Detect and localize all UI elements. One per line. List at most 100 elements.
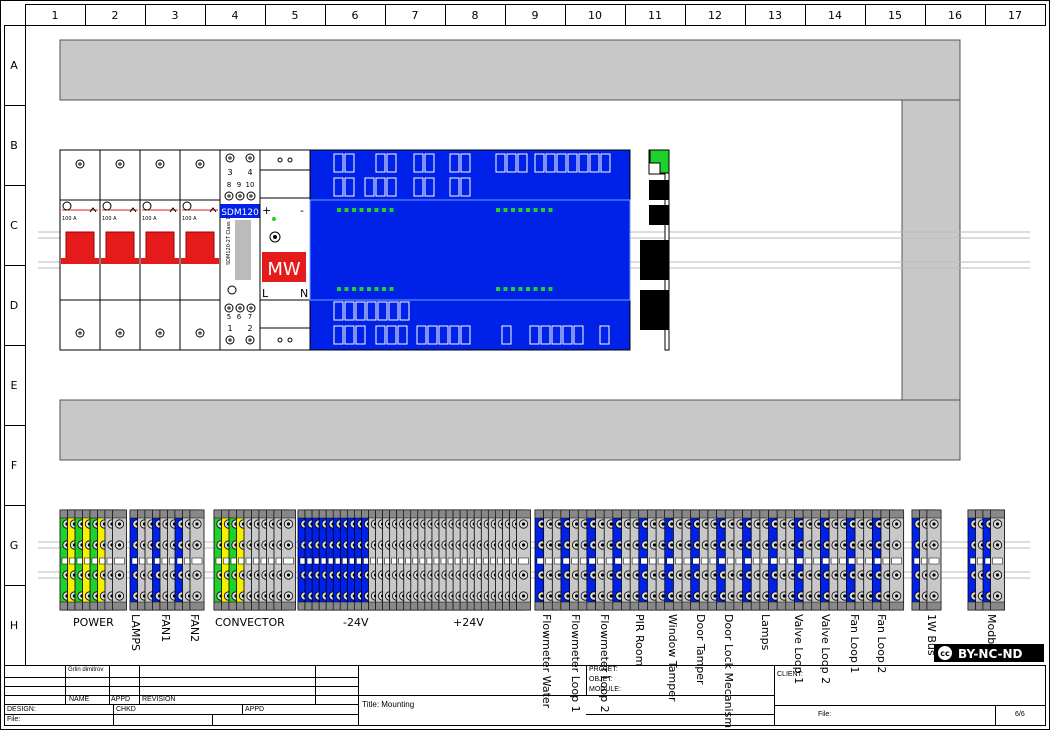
- terminal-label-vertical: Valve Loop 2: [819, 614, 832, 684]
- tb-author: Grlin dimitrov: [68, 667, 104, 673]
- breaker-toggle: [105, 231, 135, 263]
- io-led-icon: [352, 208, 356, 212]
- circuit-breaker: 100 A: [179, 149, 221, 351]
- row-label: C: [10, 219, 18, 232]
- license-badge: cc BY-NC-ND: [934, 644, 1044, 662]
- io-led-icon: [526, 287, 530, 291]
- ce-icon: [182, 201, 192, 211]
- meter-terminal-bot-b: 6: [237, 313, 242, 321]
- tb-appd-label: APPD: [111, 696, 131, 703]
- tb-appd2-label: APPD: [245, 706, 265, 713]
- tb-title: Title: Mounting: [362, 700, 415, 709]
- meter-terminal-top-a: 3: [227, 168, 232, 177]
- terminal-label-vertical: Door Tamper: [694, 614, 707, 685]
- tb-design-label: DESIGN:: [7, 706, 36, 713]
- tb-file-left: File:: [7, 716, 21, 723]
- label-power: POWER: [73, 616, 114, 629]
- column-label: 8: [472, 9, 479, 22]
- meter-terminal-top-b: 4: [247, 168, 252, 177]
- tb-revision-label: REVISION: [142, 696, 176, 703]
- meter-terminal-mid-b: 9: [237, 181, 241, 189]
- terminal-label-vertical: PIR Room: [633, 614, 646, 666]
- power-supply: + - MW L N: [259, 149, 311, 351]
- breaker-toggle: [185, 231, 215, 263]
- terminal-block: [516, 509, 531, 611]
- io-led-icon: [511, 287, 515, 291]
- label-convector: CONVECTOR: [215, 616, 285, 629]
- psu-n-label: N: [300, 287, 308, 300]
- breaker-rating: 100 A: [62, 216, 77, 222]
- circuit-breaker: 100 A: [99, 149, 141, 351]
- io-led-icon: [541, 208, 545, 212]
- column-label: 5: [292, 9, 299, 22]
- license-text: BY-NC-ND: [958, 647, 1023, 661]
- io-led-icon: [367, 208, 371, 212]
- column-label: 7: [412, 9, 419, 22]
- row-label: H: [10, 619, 18, 632]
- row-label: D: [10, 299, 18, 312]
- io-led-icon: [511, 208, 515, 212]
- io-led-icon: [359, 208, 364, 212]
- io-led-icon: [533, 208, 538, 212]
- plc-controller: [309, 149, 631, 351]
- cable-duct-bottom: [59, 399, 961, 461]
- column-label: 9: [532, 9, 539, 22]
- column-label: 4: [232, 9, 239, 22]
- terminal-label-vertical: Flowmeter Water: [540, 614, 553, 709]
- terminal-block: [926, 509, 942, 611]
- circuit-breakers: 100 A 100 A 100 A 100 A: [59, 149, 221, 351]
- breaker-toggle: [145, 231, 175, 263]
- breaker-rating: 100 A: [142, 216, 157, 222]
- tb-module: MODULE:: [589, 686, 621, 693]
- terminal-block: [112, 509, 127, 611]
- psu-l-label: L: [262, 287, 269, 300]
- meter-terminal-base-b: 2: [247, 324, 252, 333]
- meter-terminal-bot-a: 5: [227, 313, 231, 321]
- row-label: E: [11, 379, 18, 392]
- io-led-icon: [503, 208, 508, 212]
- tb-project: PROJET:: [589, 666, 618, 673]
- meter-model: SDM120: [221, 208, 259, 218]
- column-label: 2: [112, 9, 119, 22]
- io-led-icon: [352, 287, 356, 291]
- breaker-rating: 100 A: [182, 216, 197, 222]
- column-label: 3: [172, 9, 179, 22]
- io-led-icon: [518, 208, 523, 212]
- io-led-icon: [337, 287, 341, 291]
- terminal-label-vertical: Door Lock Mecanism: [722, 614, 735, 728]
- electrical-cabinet-drawing: 1 2 3 4 5 6 7 8 9 10 11 12 13 14 15 16 17 ABCDEFGH 100 A…: [0, 0, 1050, 730]
- column-label: 13: [768, 9, 782, 22]
- io-led-icon: [496, 287, 500, 291]
- meter-terminal-mid-a: 8: [227, 181, 231, 189]
- column-label: 14: [828, 9, 842, 22]
- io-led-icon: [344, 287, 349, 291]
- tb-chkd-label: CHKD: [116, 706, 136, 713]
- io-led-icon: [359, 287, 364, 291]
- energy-meter: SDM120 3 4 8 9 10 5 6 7 1 2 SDM120-2T Cl…: [219, 149, 261, 351]
- terminal-label-vertical: FAN2: [188, 614, 201, 642]
- tb-page: 6/6: [1015, 711, 1025, 718]
- column-label: 12: [708, 9, 722, 22]
- io-led-icon: [503, 287, 508, 291]
- row-label: G: [10, 539, 19, 552]
- terminal-label-vertical: FAN1: [159, 614, 172, 642]
- io-led-icon: [337, 208, 341, 212]
- row-label: F: [11, 459, 17, 472]
- column-label: 6: [352, 9, 359, 22]
- io-led-icon: [344, 208, 349, 212]
- io-led-icon: [374, 208, 379, 212]
- cable-duct-right: [901, 99, 961, 401]
- terminal-label-vertical: Window Tamper: [666, 614, 679, 702]
- circuit-breaker: 100 A: [139, 149, 181, 351]
- meter-sticker: SDM120-2T Class 1: [226, 217, 232, 265]
- psu-minus-label: -: [300, 204, 304, 217]
- terminal-label-vertical: Flowmeter Loop 2: [598, 614, 611, 713]
- io-led-icon: [518, 287, 523, 291]
- column-label: 16: [948, 9, 962, 22]
- row-label: A: [10, 59, 18, 72]
- io-led-icon: [541, 287, 545, 291]
- io-led-icon: [548, 287, 553, 291]
- cable-duct-top: [59, 39, 961, 101]
- ce-icon: [62, 201, 72, 211]
- breaker-rating: 100 A: [102, 216, 117, 222]
